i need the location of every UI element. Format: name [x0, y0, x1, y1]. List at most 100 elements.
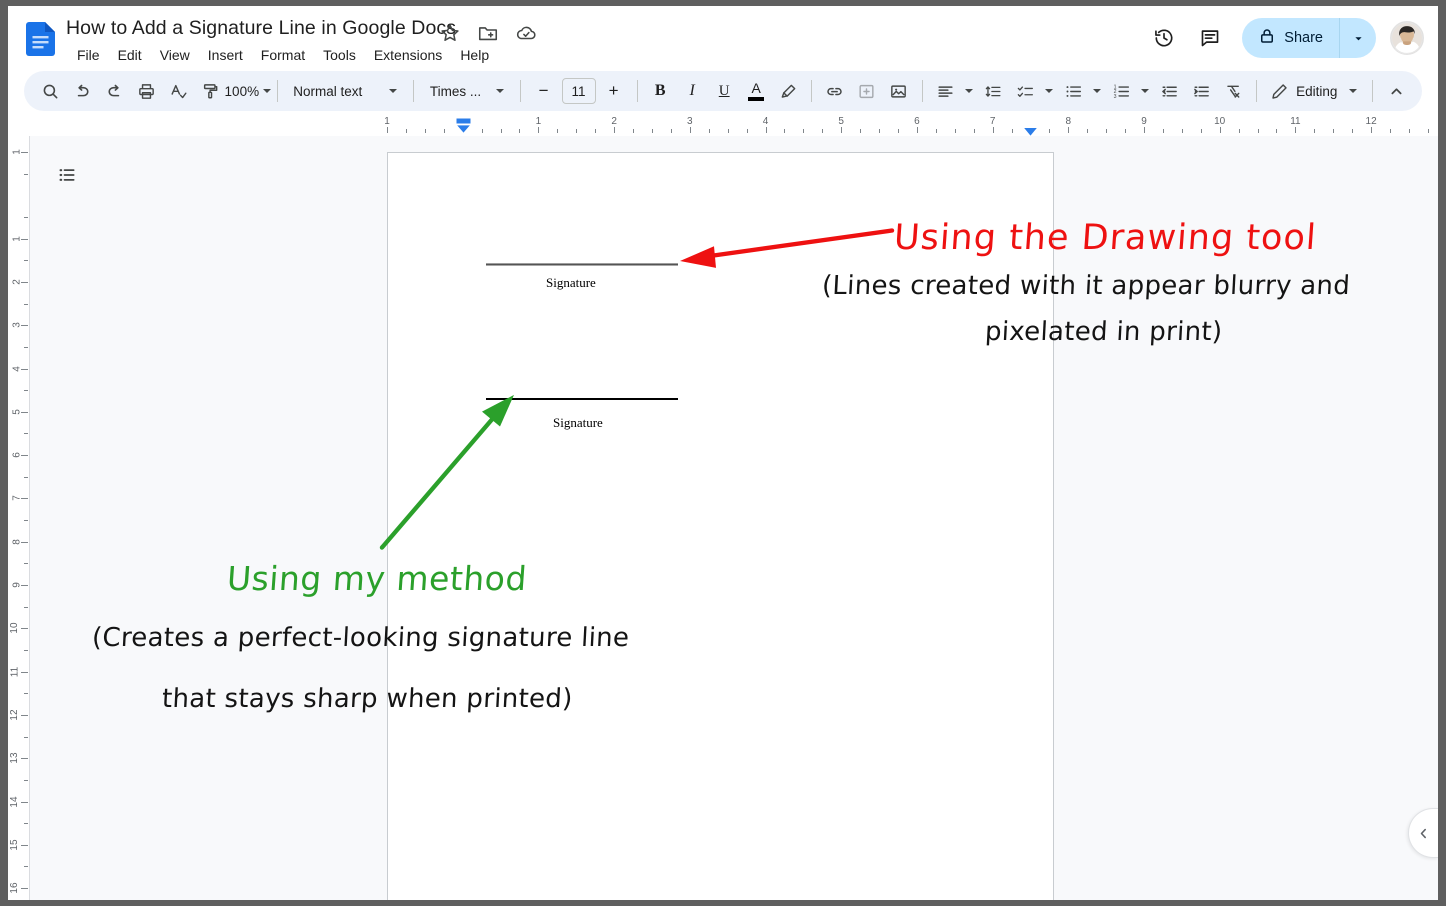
checklist-dropdown-chevron-down-icon[interactable]: [1042, 76, 1056, 106]
ruler-tick-minor: [1087, 129, 1089, 133]
ruler-number: 10: [8, 622, 20, 634]
increase-indent-icon[interactable]: [1186, 76, 1216, 106]
undo-icon[interactable]: [67, 76, 97, 106]
app-header: How to Add a Signature Line in Google Do…: [8, 6, 1438, 70]
checklist-icon[interactable]: [1010, 76, 1040, 106]
menu-insert[interactable]: Insert: [199, 44, 252, 66]
bulleted-list-dropdown-chevron-down-icon[interactable]: [1090, 76, 1104, 106]
redo-icon[interactable]: [99, 76, 129, 106]
menu-file[interactable]: File: [68, 44, 109, 66]
version-history-icon[interactable]: [1144, 18, 1184, 58]
comment-history-icon[interactable]: [1190, 18, 1230, 58]
font-size-input[interactable]: [561, 78, 596, 104]
ruler-number: 3: [11, 322, 23, 328]
minus-icon: −: [538, 81, 549, 100]
mode-selector[interactable]: Editing: [1264, 76, 1341, 106]
text-color-button[interactable]: A: [741, 76, 771, 106]
ruler-tick-minor: [1427, 129, 1429, 133]
ruler-number: 15: [8, 839, 20, 851]
signature-label: Signature: [553, 415, 603, 430]
ruler-tick-minor: [1333, 129, 1335, 133]
ruler-tick-minor: [500, 129, 502, 133]
ruler-tick-major: [1144, 127, 1145, 133]
add-comment-icon[interactable]: [852, 76, 882, 106]
ruler-tick-major: [1068, 127, 1070, 133]
menu-edit[interactable]: Edit: [109, 44, 151, 66]
ruler-tick-minor: [973, 129, 975, 133]
ruler-tick-minor: [803, 129, 805, 133]
bulleted-list-icon[interactable]: [1058, 76, 1088, 106]
ruler-tick-minor: [24, 649, 28, 651]
numbered-list-icon[interactable]: 1 2 3: [1106, 76, 1136, 106]
toolbar-divider: [1372, 80, 1374, 102]
clear-formatting-icon[interactable]: [1218, 76, 1248, 106]
menu-view[interactable]: View: [151, 44, 199, 66]
decrease-font-size-button[interactable]: −: [529, 76, 559, 106]
saved-to-drive-cloud-icon[interactable]: [515, 22, 537, 44]
menu-extensions[interactable]: Extensions: [365, 44, 451, 66]
ruler-tick-minor: [1238, 129, 1240, 133]
ruler-number: 4: [11, 365, 23, 372]
avatar[interactable]: [1390, 21, 1424, 55]
align-left-icon[interactable]: [930, 76, 960, 106]
ruler-tick-minor: [424, 129, 426, 133]
collapse-toolbar-chevron-up-icon[interactable]: [1381, 76, 1411, 106]
ruler-tick-minor: [670, 129, 672, 133]
print-icon[interactable]: [131, 76, 161, 106]
ruler-tick-minor: [1049, 129, 1051, 133]
ruler-tick-minor: [879, 129, 881, 133]
menu-bar: File Edit View Insert Format Tools Exten…: [68, 44, 498, 66]
font-family-selector[interactable]: Times ...: [422, 76, 512, 106]
ruler-number: 12: [1365, 116, 1377, 127]
ruler-tick-minor: [954, 129, 956, 133]
font-size-stepper: − +: [528, 76, 630, 106]
ruler-tick-minor: [746, 129, 748, 133]
side-panel-toggle-chevron-left-icon[interactable]: [1408, 808, 1438, 858]
menu-format[interactable]: Format: [252, 44, 314, 66]
insert-link-icon[interactable]: [820, 76, 850, 106]
paragraph-style-selector[interactable]: Normal text: [285, 76, 405, 106]
italic-button[interactable]: I: [677, 76, 707, 106]
ruler-number: 6: [11, 452, 23, 458]
ruler-number: 1: [11, 235, 23, 242]
numbered-list-dropdown-chevron-down-icon[interactable]: [1138, 76, 1152, 106]
spelling-grammar-check-icon[interactable]: [163, 76, 193, 106]
menu-tools[interactable]: Tools: [314, 44, 365, 66]
share-label: Share: [1284, 30, 1323, 46]
share-dropdown-chevron-down-icon[interactable]: [1340, 18, 1376, 58]
ruler-tick-minor: [24, 693, 28, 695]
ruler-tick-minor: [1125, 129, 1127, 133]
document-title[interactable]: How to Add a Signature Line in Google Do…: [66, 17, 456, 40]
ruler-tick-minor: [1276, 129, 1278, 133]
plus-icon: +: [608, 81, 619, 100]
search-icon[interactable]: [35, 76, 65, 106]
insert-image-icon[interactable]: [884, 76, 914, 106]
paint-format-icon[interactable]: [195, 76, 225, 106]
bold-button[interactable]: B: [645, 76, 675, 106]
ruler-tick-minor: [1106, 129, 1108, 133]
google-docs-icon[interactable]: [26, 22, 56, 56]
ruler-tick-minor: [24, 346, 28, 348]
horizontal-ruler[interactable]: 1 1 2 3 4 5 6 7 8 9 10 11 12: [8, 116, 1438, 136]
right-indent-marker[interactable]: [1023, 124, 1038, 136]
vertical-ruler[interactable]: 1 1 2 3 4 5 6 7 8 9 10 11 12 13 14 15 16: [8, 136, 30, 900]
ruler-number: 13: [8, 752, 20, 764]
line-spacing-icon[interactable]: [978, 76, 1008, 106]
star-icon[interactable]: [439, 22, 461, 44]
align-dropdown-chevron-down-icon[interactable]: [962, 76, 976, 106]
zoom-selector[interactable]: 100%: [225, 76, 272, 106]
increase-font-size-button[interactable]: +: [599, 76, 629, 106]
decrease-indent-icon[interactable]: [1154, 76, 1184, 106]
mode-label: Editing: [1296, 83, 1338, 99]
move-to-folder-icon[interactable]: [477, 22, 499, 44]
underline-label: U: [718, 82, 730, 99]
left-indent-marker[interactable]: [456, 118, 471, 134]
document-outline-icon[interactable]: [50, 158, 84, 192]
mode-dropdown-chevron-down-icon[interactable]: [1342, 76, 1364, 106]
document-page[interactable]: Signature Signature: [387, 152, 1054, 900]
share-button[interactable]: Share: [1242, 18, 1340, 58]
highlight-pen-icon[interactable]: [773, 76, 803, 106]
underline-button[interactable]: U: [709, 76, 739, 106]
ruler-tick-minor: [24, 520, 28, 522]
menu-help[interactable]: Help: [451, 44, 498, 66]
